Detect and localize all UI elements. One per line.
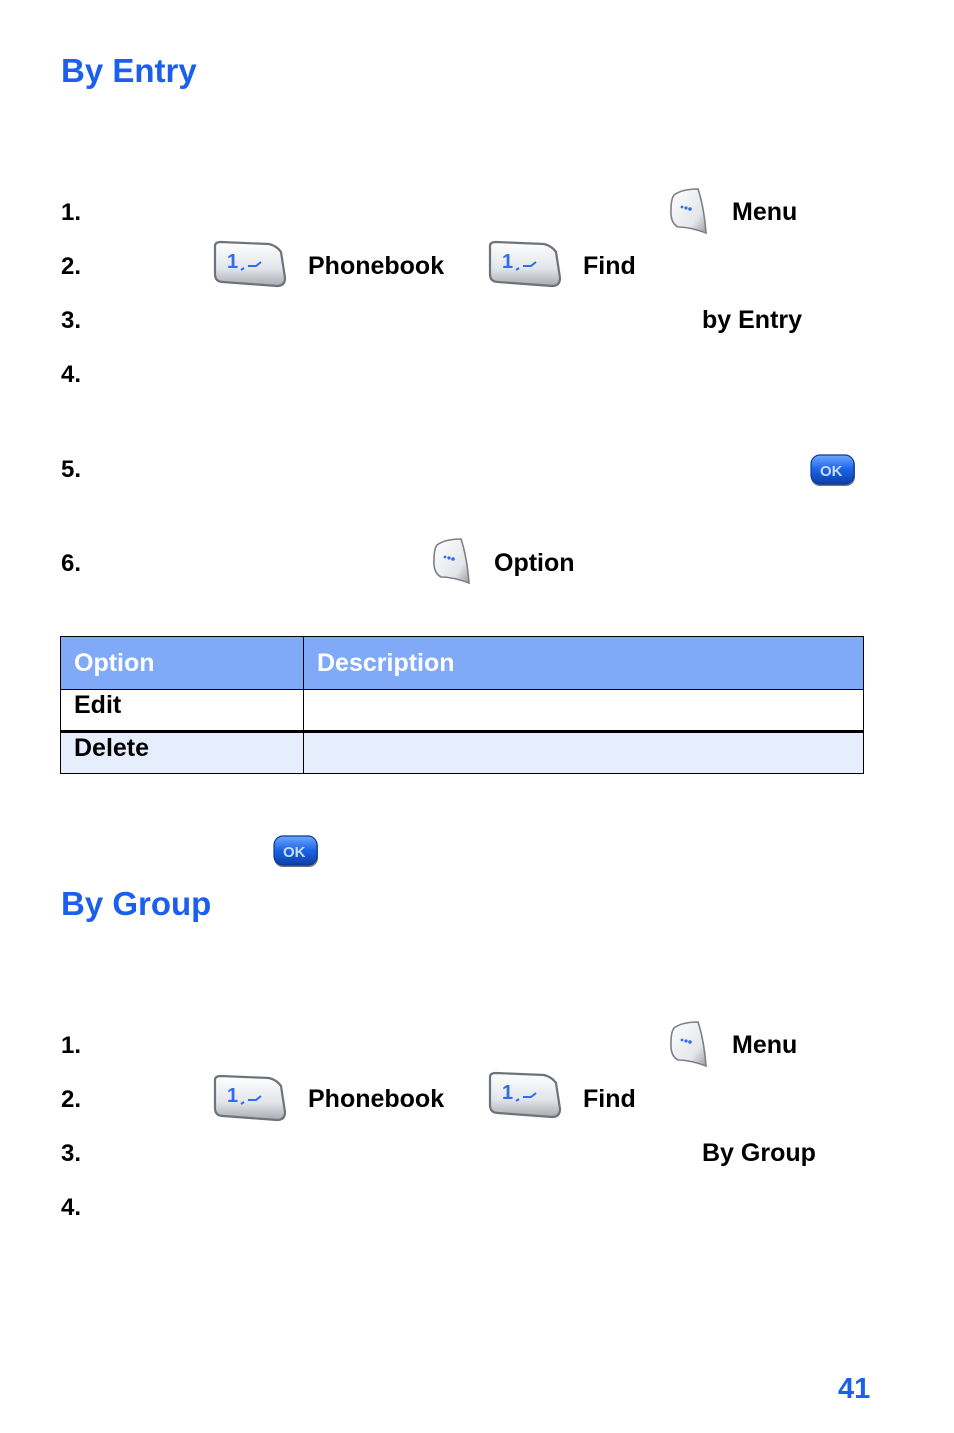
ok-key-icon [809,453,857,489]
description-cell [303,731,864,774]
section-heading-by-entry: By Entry [61,52,197,89]
key-label-find: Find [583,252,636,280]
column-header-option: Option [60,636,304,690]
step-number: 2. [61,1086,82,1113]
number-1-key-icon [211,240,287,288]
section-heading-by-group: By Group [61,885,212,922]
key-label-by-entry: by Entry [702,306,803,334]
options-table: Option Description Edit Delete [60,636,864,774]
step-number: 4. [61,361,82,388]
number-1-key-icon [211,1074,287,1122]
description-cell [303,689,864,733]
key-label-menu: Menu [732,198,798,226]
option-cell: Delete [60,731,304,774]
step-number: 6. [61,550,82,577]
key-label-phonebook: Phonebook [308,1085,445,1113]
step-number: 1. [61,199,82,226]
key-label-menu: Menu [732,1031,798,1059]
ok-key-icon [272,834,320,870]
key-label-by-group: By Group [702,1139,816,1167]
number-1-key-icon [486,1071,562,1119]
table-row: Edit [60,689,864,733]
step-number: 5. [61,456,82,483]
table-row: Delete [60,731,864,774]
step-number: 1. [61,1032,82,1059]
table-header-row: Option Description [60,636,864,690]
number-1-key-icon [486,240,562,288]
step-number: 3. [61,307,82,334]
step-number: 3. [61,1140,82,1167]
left-soft-key-icon [668,187,708,235]
step-number: 2. [61,253,82,280]
left-soft-key-icon [668,1020,708,1068]
page-number: 41 [838,1373,871,1405]
key-label-find: Find [583,1085,636,1113]
key-label-phonebook: Phonebook [308,252,445,280]
option-cell: Edit [60,689,304,733]
column-header-description: Description [303,636,864,690]
step-number: 4. [61,1194,82,1221]
left-soft-key-icon [431,537,471,585]
key-label-option: Option [494,549,575,577]
